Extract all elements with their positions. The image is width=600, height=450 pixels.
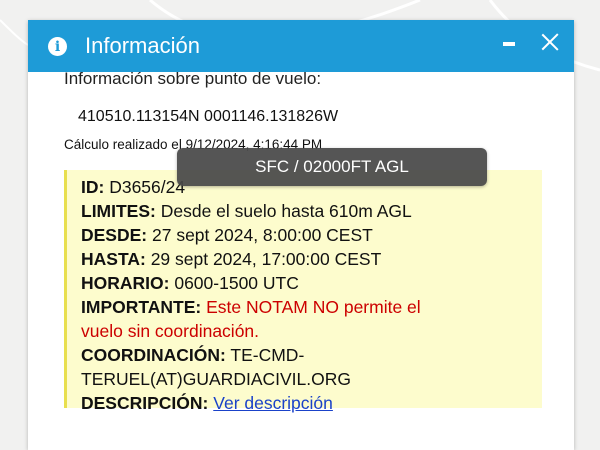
notam-limites-value: Desde el suelo hasta 610m AGL (160, 201, 412, 221)
notam-hasta-value: 29 sept 2024, 17:00:00 CEST (150, 249, 382, 269)
ver-descripcion-link[interactable]: Ver descripción (213, 393, 333, 413)
notam-panel: ID: D3656/24 LIMITES: Desde el suelo has… (64, 170, 542, 413)
notam-desde-value: 27 sept 2024, 8:00:00 CEST (152, 225, 373, 245)
notam-coordinacion-email: TERUEL(AT)GUARDIACIVIL.ORG (81, 369, 351, 389)
dialog-titlebar[interactable]: i Información (28, 20, 574, 72)
notam-hasta-label: HASTA: (81, 249, 146, 269)
notam-hasta-row: HASTA: 29 sept 2024, 17:00:00 CEST (81, 247, 536, 271)
dialog-title: Información (85, 33, 200, 58)
coordinates-text: 410510.113154N 0001146.131826W (78, 108, 339, 125)
information-dialog: i Información Información sobre punto de… (28, 20, 574, 450)
notam-importante-row: IMPORTANTE: Este NOTAM NO permite el (81, 295, 536, 319)
notam-id-label: ID: (81, 177, 105, 197)
close-icon[interactable] (539, 31, 561, 53)
notam-importante-label: IMPORTANTE: (81, 297, 202, 317)
notam-coordinacion-value: TE-CMD- (230, 345, 305, 365)
notam-limites-label: LIMITES: (81, 201, 156, 221)
notam-importante-row-cont: vuelo sin coordinación. (81, 319, 536, 343)
notam-coordinacion-row: COORDINACIÓN: TE-CMD- (81, 343, 536, 367)
notam-id-value: D3656/24 (109, 177, 186, 197)
minimize-icon[interactable] (503, 42, 515, 46)
notam-desde-row: DESDE: 27 sept 2024, 8:00:00 CEST (81, 223, 536, 247)
notam-horario-label: HORARIO: (81, 273, 170, 293)
notam-importante-value: Este NOTAM NO permite el (206, 297, 421, 317)
notam-importante-value-cont: vuelo sin coordinación. (81, 321, 260, 341)
notam-coordinacion-row-cont: TERUEL(AT)GUARDIACIVIL.ORG (81, 367, 536, 391)
altitude-tooltip: SFC / 02000FT AGL (177, 148, 487, 186)
section-heading: Información sobre punto de vuelo: (64, 72, 322, 88)
dialog-content[interactable]: Información sobre punto de vuelo: 410510… (28, 72, 574, 450)
notam-limites-row: LIMITES: Desde el suelo hasta 610m AGL (81, 199, 536, 223)
notam-desde-label: DESDE: (81, 225, 148, 245)
notam-coordinacion-label: COORDINACIÓN: (81, 345, 226, 365)
notam-horario-value: 0600-1500 UTC (174, 273, 299, 293)
info-icon: i (48, 37, 67, 56)
notam-descripcion-row: DESCRIPCIÓN: Ver descripción (81, 391, 536, 415)
notam-descripcion-label: DESCRIPCIÓN: (81, 393, 209, 413)
notam-horario-row: HORARIO: 0600-1500 UTC (81, 271, 536, 295)
